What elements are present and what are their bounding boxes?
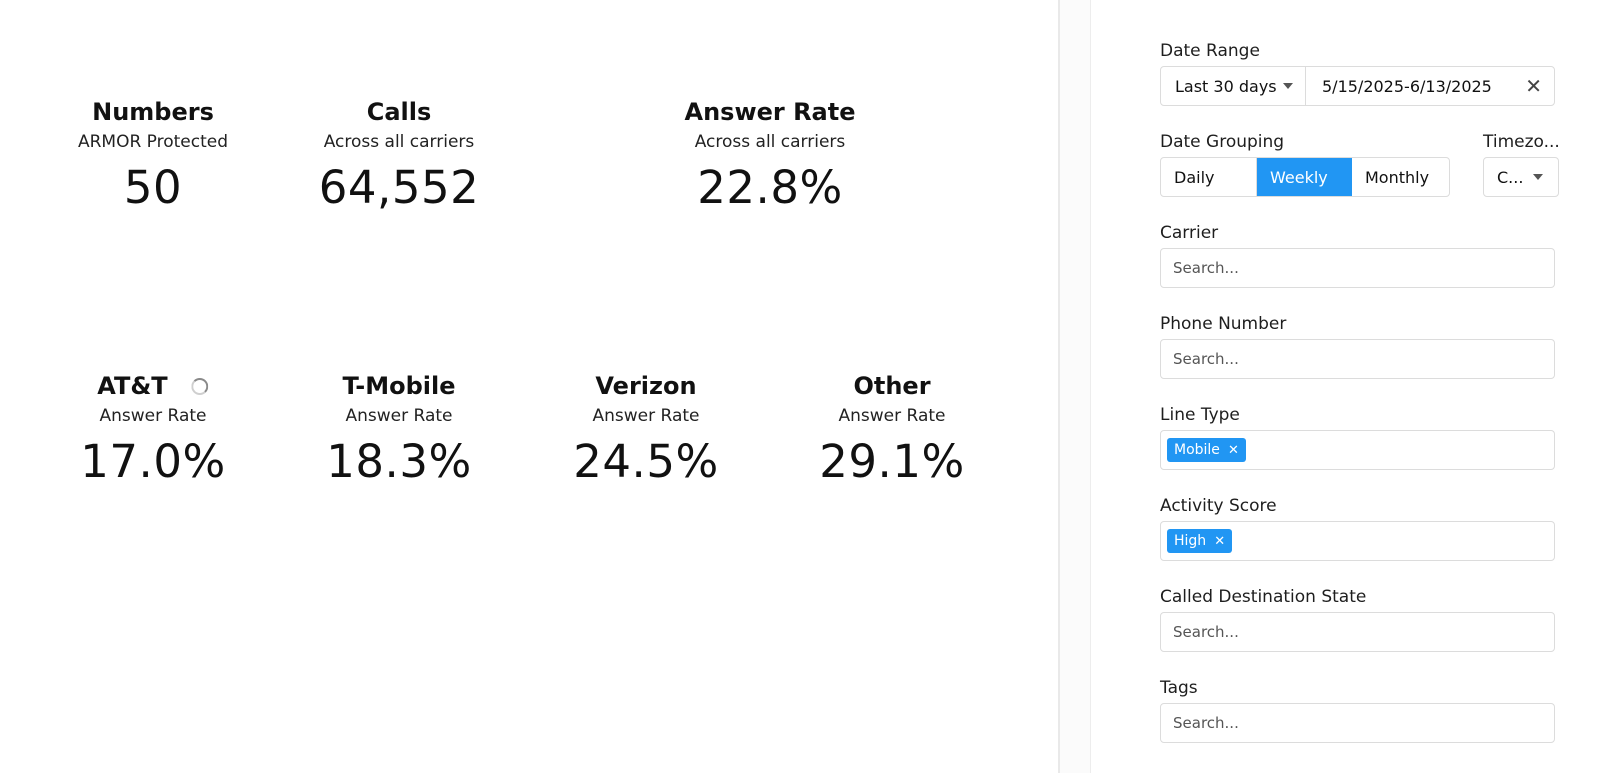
phone-number-search-input[interactable]	[1160, 339, 1555, 379]
metric-att: AT&T Answer Rate 17.0%	[80, 371, 225, 489]
metric-value: 29.1%	[819, 435, 965, 488]
line-type-select[interactable]: Mobile ✕	[1160, 430, 1555, 470]
metrics-panel: Numbers ARMOR Protected 50 Calls Across …	[0, 0, 1058, 773]
metric-subtitle: Across all carriers	[694, 132, 846, 152]
carrier-search-input[interactable]	[1160, 248, 1555, 288]
date-grouping-monthly[interactable]: Monthly	[1352, 158, 1449, 196]
date-grouping-toggle: Daily Weekly Monthly	[1160, 157, 1450, 197]
date-range-input[interactable]: 5/15/2025-6/13/2025	[1306, 67, 1492, 105]
metric-title: AT&T	[97, 372, 168, 400]
metric-subtitle: ARMOR Protected	[77, 132, 229, 152]
metric-subtitle: Answer Rate	[345, 406, 453, 426]
date-grouping-daily[interactable]: Daily	[1161, 158, 1257, 196]
dashboard-page: Numbers ARMOR Protected 50 Calls Across …	[0, 0, 1600, 773]
metric-subtitle: Answer Rate	[838, 406, 946, 426]
date-grouping-label: Date Grouping	[1160, 132, 1285, 152]
carrier-label: Carrier	[1160, 223, 1219, 243]
called-destination-state-label: Called Destination State	[1160, 587, 1367, 607]
date-range-value: 5/15/2025-6/13/2025	[1322, 76, 1492, 96]
metric-subtitle: Across all carriers	[323, 132, 475, 152]
timezone-select[interactable]: C...	[1483, 157, 1559, 197]
metric-calls: Calls Across all carriers 64,552	[319, 97, 479, 215]
timezone-label: Timezo...	[1483, 132, 1560, 152]
metric-tmobile: T-Mobile Answer Rate 18.3%	[326, 371, 471, 489]
metric-verizon: Verizon Answer Rate 24.5%	[573, 371, 718, 489]
caret-down-icon	[1533, 174, 1544, 180]
metric-value: 17.0%	[80, 435, 226, 488]
metric-value: 22.8%	[697, 161, 843, 214]
activity-score-chip: High ✕	[1167, 529, 1233, 553]
line-type-label: Line Type	[1160, 405, 1240, 425]
metric-title: Verizon	[595, 372, 697, 400]
activity-score-label: Activity Score	[1160, 496, 1277, 516]
metric-numbers: Numbers ARMOR Protected 50	[78, 97, 228, 215]
metric-title: T-Mobile	[342, 372, 456, 400]
activity-score-select[interactable]: High ✕	[1160, 521, 1555, 561]
metric-title: Calls	[366, 98, 432, 126]
chip-label: Mobile	[1174, 442, 1220, 458]
loading-spinner-icon	[191, 377, 209, 395]
date-range-preset-value: Last 30 days	[1175, 76, 1277, 96]
metric-answer-rate: Answer Rate Across all carriers 22.8%	[684, 97, 855, 215]
date-grouping-weekly[interactable]: Weekly	[1257, 158, 1352, 196]
line-type-chip: Mobile ✕	[1167, 438, 1246, 462]
chip-label: High	[1174, 533, 1207, 549]
metric-subtitle: Answer Rate	[592, 406, 700, 426]
tags-search-input[interactable]	[1160, 703, 1555, 743]
date-range-label: Date Range	[1160, 41, 1260, 61]
panel-divider	[1058, 0, 1091, 773]
metric-value: 18.3%	[326, 435, 472, 488]
timezone-value: C...	[1497, 167, 1524, 187]
tags-label: Tags	[1160, 678, 1198, 698]
close-icon[interactable]: ✕	[1525, 67, 1542, 105]
filter-panel: Date Range Last 30 days 5/15/2025-6/13/2…	[1091, 0, 1600, 773]
phone-number-label: Phone Number	[1160, 314, 1287, 334]
metric-title-row: AT&T	[80, 371, 225, 401]
metric-value: 24.5%	[573, 435, 719, 488]
date-range-picker: Last 30 days 5/15/2025-6/13/2025 ✕	[1160, 66, 1555, 106]
date-range-preset-select[interactable]: Last 30 days	[1161, 67, 1306, 105]
remove-chip-icon[interactable]: ✕	[1228, 443, 1239, 458]
caret-down-icon	[1282, 83, 1293, 89]
metric-value: 64,552	[318, 161, 480, 214]
metric-subtitle: Answer Rate	[99, 406, 207, 426]
metric-other: Other Answer Rate 29.1%	[819, 371, 964, 489]
metric-value: 50	[123, 161, 183, 214]
remove-chip-icon[interactable]: ✕	[1214, 534, 1225, 549]
metric-title: Other	[853, 372, 931, 400]
metric-title: Answer Rate	[684, 98, 856, 126]
called-destination-state-search-input[interactable]	[1160, 612, 1555, 652]
metric-title: Numbers	[92, 98, 214, 126]
